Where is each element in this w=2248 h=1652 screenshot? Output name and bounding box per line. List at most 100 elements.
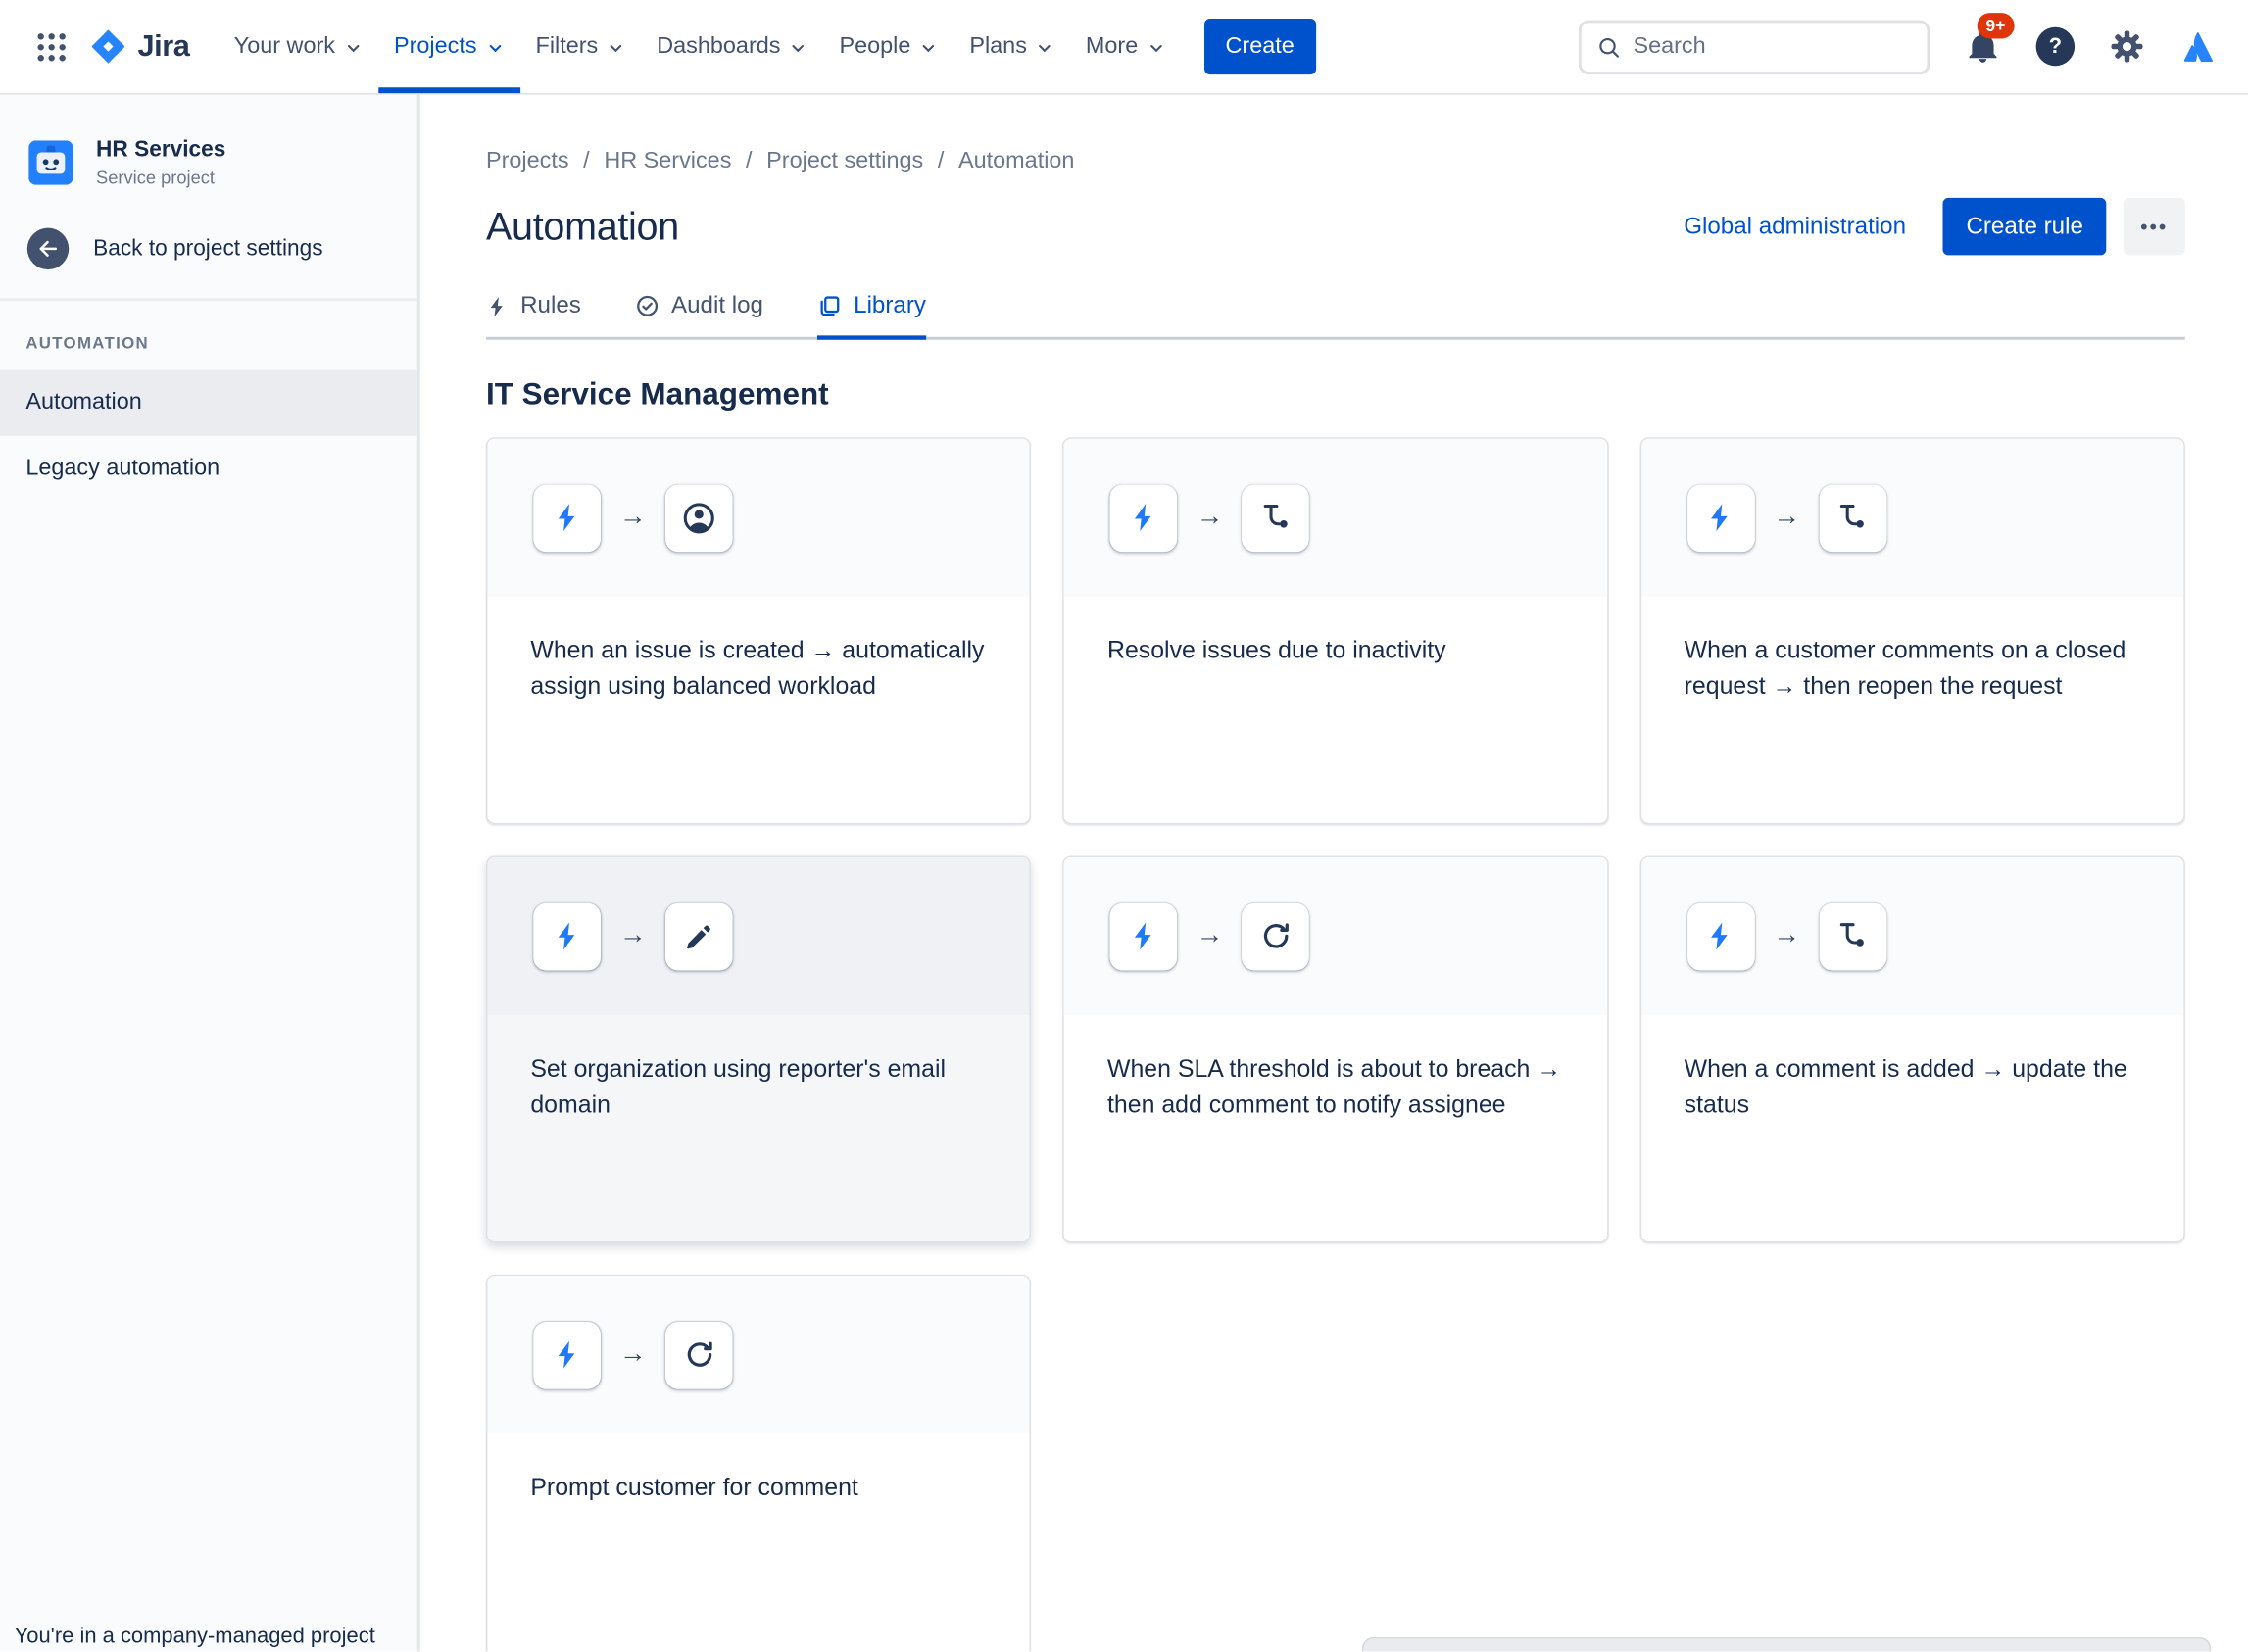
create-button[interactable]: Create [1203,19,1316,75]
nav-item-people[interactable]: People [823,0,953,93]
sidebar-item-automation[interactable]: Automation [0,369,417,436]
breadcrumb-project-settings[interactable]: Project settings [766,149,923,174]
tab-library[interactable]: Library [817,292,926,340]
branch-connector-icon [1819,902,1886,970]
chevron-down-icon [344,38,363,57]
nav-item-filters[interactable]: Filters [519,0,641,93]
breadcrumb-separator: / [937,149,945,174]
sidebar-menu: Automation Legacy automation [0,369,417,502]
check-circle-icon [635,294,660,318]
breadcrumb-hr-services[interactable]: HR Services [604,149,731,174]
global-administration-link[interactable]: Global administration [1684,213,1906,240]
template-card-sla-threshold[interactable]: → When SLA threshold is about to breach … [1062,855,1609,1243]
arrow-right-icon: → [619,920,647,951]
refresh-icon [1242,902,1310,970]
breadcrumb-separator: / [583,149,590,174]
card-title: Set organization using reporter's email … [530,1054,947,1119]
page-header: Automation Global administration Create … [485,197,2185,256]
card-icon-strip: → [487,856,1030,1015]
back-to-project-settings[interactable]: Back to project settings [0,227,417,270]
template-card-prompt-customer[interactable]: → Prompt customer for comment [485,1274,1032,1652]
branch-connector-icon [1819,483,1886,552]
card-title: When a comment is added → update the sta… [1684,1054,2127,1119]
help-icon[interactable]: ? [2035,26,2076,67]
arrow-right-icon: → [1773,502,1801,532]
project-name: HR Services [96,137,226,163]
lightning-bolt-icon [1109,483,1178,552]
lightning-icon [486,295,509,317]
sidebar-item-legacy-automation[interactable]: Legacy automation [0,436,417,502]
template-card-comment-update-status[interactable]: → When a comment is added → update the s… [1639,855,2185,1243]
page-title: Automation [485,204,679,248]
chevron-down-icon [607,38,625,57]
nav-item-dashboards[interactable]: Dashboards [641,0,823,93]
card-icon-strip: → [1064,856,1607,1015]
pencil-icon [664,902,733,970]
lightning-bolt-icon [1686,483,1755,552]
chevron-down-icon [1147,38,1165,57]
card-icon-strip: → [1640,856,2184,1015]
template-card-set-organization[interactable]: → Set organization using reporter's emai… [485,855,1032,1243]
tab-audit-log[interactable]: Audit log [635,292,763,339]
template-card-balanced-workload[interactable]: → When an issue is created → automatical… [485,437,1032,825]
create-rule-button[interactable]: Create rule [1943,197,2107,256]
card-title: When an issue is created → automatically… [530,636,985,700]
primary-nav: Your work Projects Filters Dashboards Pe… [219,0,1181,94]
breadcrumb-automation[interactable]: Automation [958,149,1074,174]
card-title: When SLA threshold is about to breach → … [1106,1054,1562,1119]
arrow-right-icon: → [1196,502,1224,532]
nav-item-more[interactable]: More [1070,0,1181,93]
chevron-down-icon [1036,38,1054,57]
atlassian-logo [2179,28,2217,66]
lightning-bolt-icon [1686,902,1755,970]
global-search[interactable] [1578,19,1930,74]
template-cards-grid: → When an issue is created → automatical… [485,437,2185,1652]
project-header: HR Services Service project [0,95,417,188]
tab-rules[interactable]: Rules [486,292,581,339]
arrow-right-icon: → [1196,920,1224,951]
card-title: When a customer comments on a closed req… [1684,636,2126,700]
breadcrumb-separator: / [746,149,753,174]
nav-right-controls: 9+ ? [1578,12,2217,74]
lightning-bolt-icon [1109,902,1178,970]
nav-item-plans[interactable]: Plans [953,0,1070,93]
project-type: Service project [96,168,216,188]
lightning-bolt-icon [533,1321,602,1389]
breadcrumb-projects[interactable]: Projects [486,149,569,174]
card-title: Prompt customer for comment [530,1474,858,1501]
arrow-right-icon: → [619,1338,647,1370]
template-card-resolve-inactivity[interactable]: → Resolve issues due to inactivity [1062,437,1609,825]
section-title: IT Service Management [485,376,829,412]
app-name: Jira [137,28,190,63]
template-card-reopen-request[interactable]: → When a customer comments on a closed r… [1639,437,2185,825]
notifications-bell-icon[interactable]: 9+ [1964,12,2015,66]
nav-item-your-work[interactable]: Your work [219,0,378,93]
library-pages-icon [818,294,843,318]
refresh-icon [664,1321,733,1389]
jira-automation-library-page: Jira Your work Projects Filters Dashboar… [0,0,2248,1652]
card-icon-strip: → [487,1276,1030,1434]
chevron-down-icon [789,38,807,57]
chevron-down-icon [919,38,938,57]
top-navigation-bar: Jira Your work Projects Filters Dashboar… [0,0,2248,95]
settings-gear-icon[interactable] [2109,28,2145,65]
back-label: Back to project settings [93,235,323,261]
user-circle-icon [664,483,733,552]
search-input[interactable] [1633,33,1913,60]
horizontal-scrollbar-thumb[interactable] [1361,1636,2212,1652]
jira-logo[interactable]: Jira [89,27,190,67]
lightning-bolt-icon [533,483,602,552]
card-icon-strip: → [487,438,1030,597]
project-type-footnote: You're in a company-managed project [14,1624,375,1649]
breadcrumb: Projects / HR Services / Project setting… [486,149,2185,174]
more-actions-button[interactable]: ••• [2123,197,2185,256]
card-icon-strip: → [1064,438,1607,597]
app-switcher-icon[interactable] [25,21,77,73]
nav-item-projects[interactable]: Projects [377,0,520,94]
card-icon-strip: → [1640,438,2184,597]
arrow-right-icon: → [1773,920,1801,951]
jira-logo-icon [92,29,124,64]
chevron-down-icon [485,38,504,57]
project-sidebar: HR Services Service project Back to proj… [0,94,420,1652]
sidebar-section-label: AUTOMATION [25,335,149,353]
